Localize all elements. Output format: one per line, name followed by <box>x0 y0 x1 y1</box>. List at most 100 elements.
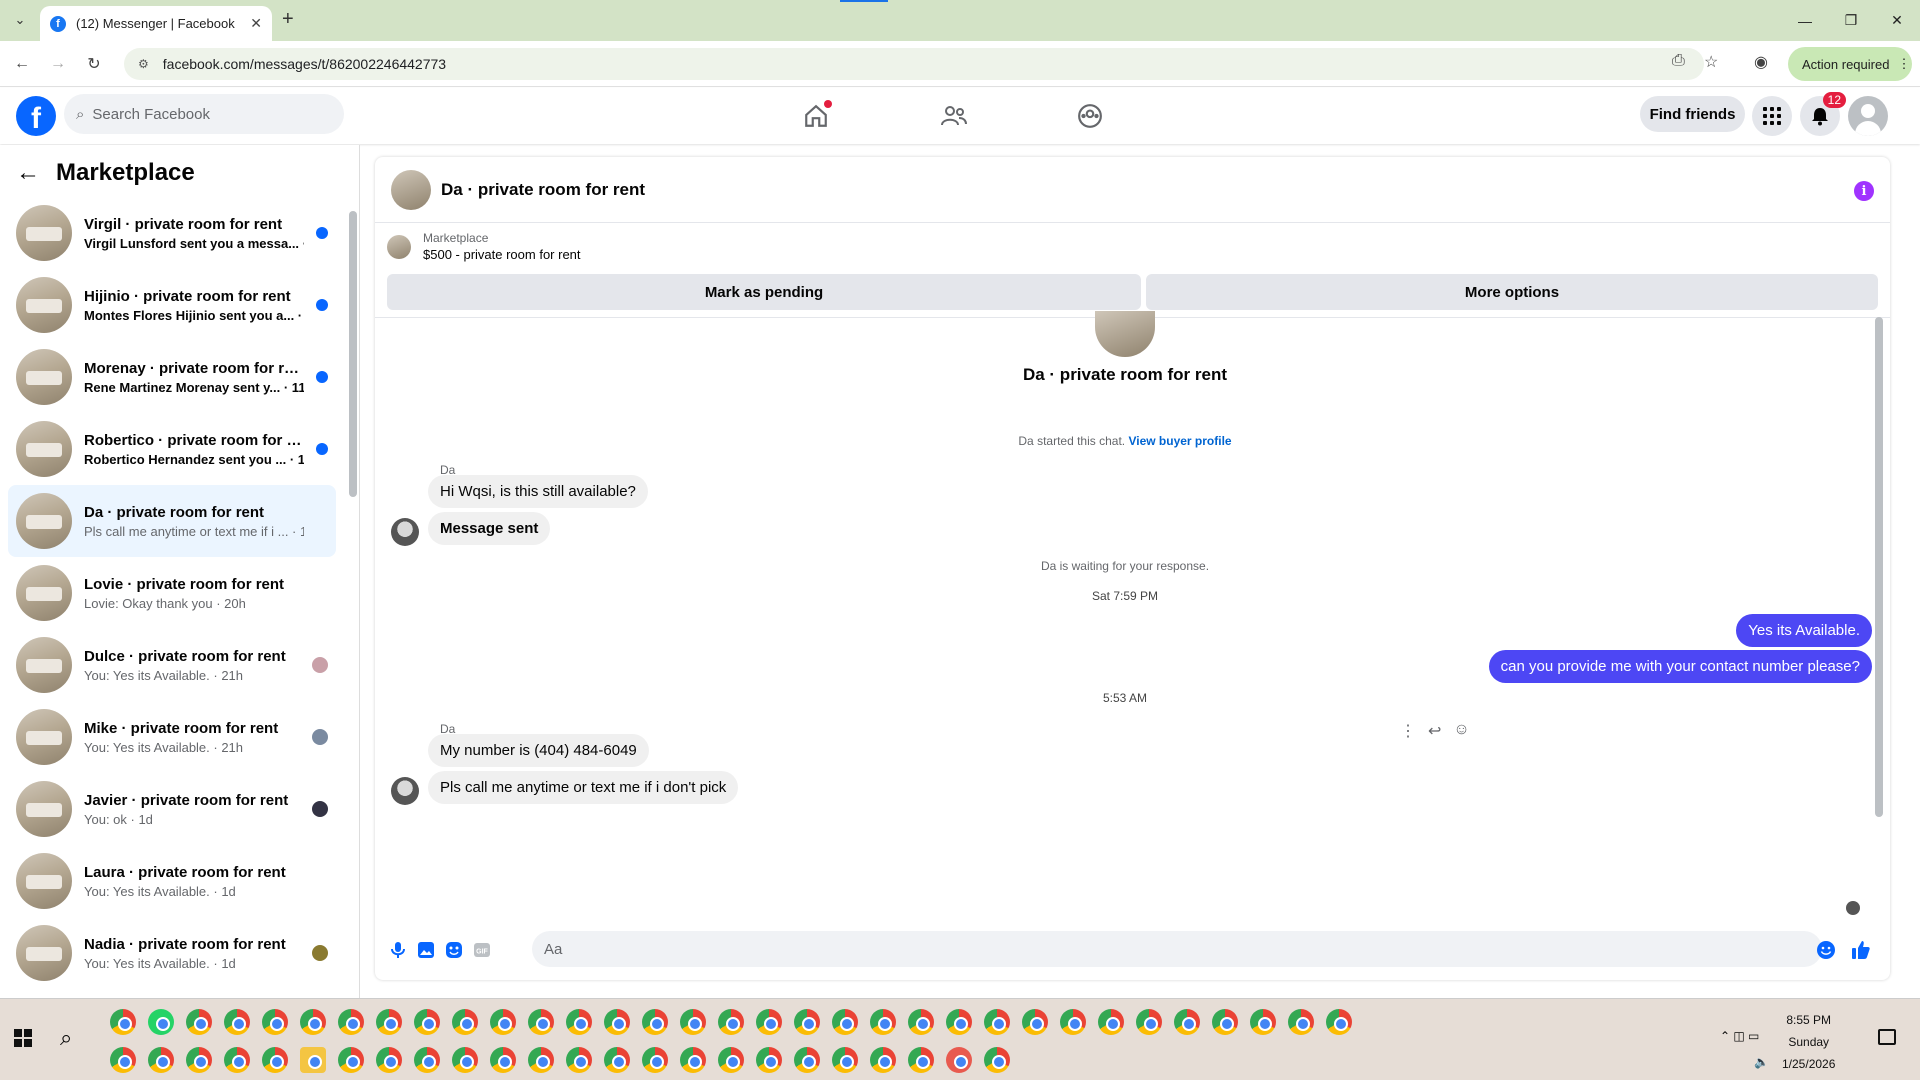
chrome-icon[interactable] <box>1250 1009 1276 1035</box>
photo-icon[interactable] <box>416 940 436 960</box>
chrome-icon[interactable] <box>870 1047 896 1073</box>
chrome-icon[interactable] <box>832 1009 858 1035</box>
more-icon[interactable]: ⋮ <box>1400 721 1416 741</box>
chrome-icon[interactable] <box>1174 1009 1200 1035</box>
chrome-icon[interactable] <box>832 1047 858 1073</box>
chrome-icon[interactable] <box>566 1009 592 1035</box>
chrome-icon[interactable] <box>414 1009 440 1035</box>
chrome-icon[interactable] <box>794 1047 820 1073</box>
chat-title[interactable]: Da · private room for rent <box>441 180 645 200</box>
taskbar-search-icon[interactable]: ⌕ <box>60 1025 72 1051</box>
file-explorer-icon[interactable] <box>300 1047 326 1073</box>
chrome-icon[interactable] <box>794 1009 820 1035</box>
chrome-icon[interactable] <box>186 1009 212 1035</box>
chrome-icon[interactable] <box>490 1047 516 1073</box>
chrome-icon[interactable] <box>1288 1009 1314 1035</box>
conversation-item-active[interactable]: Da · private room for rent Pls call me an… <box>8 485 336 557</box>
outgoing-message[interactable]: can you provide me with your contact num… <box>1488 650 1872 683</box>
chrome-icon[interactable] <box>756 1009 782 1035</box>
chrome-icon[interactable] <box>642 1047 668 1073</box>
app-icon[interactable] <box>946 1047 972 1073</box>
sender-avatar[interactable] <box>391 518 419 546</box>
chrome-icon[interactable] <box>566 1047 592 1073</box>
conversation-item[interactable]: Nadia · private room for rent You: Yes it… <box>8 917 336 989</box>
find-friends-button[interactable]: Find friends <box>1640 96 1745 132</box>
chrome-icon[interactable] <box>1136 1009 1162 1035</box>
chrome-icon[interactable] <box>642 1009 668 1035</box>
chrome-icon[interactable] <box>186 1047 212 1073</box>
mark-as-pending-button[interactable]: Mark as pending <box>387 274 1141 310</box>
back-arrow-icon[interactable]: ← <box>16 159 40 187</box>
reply-icon[interactable]: ↩ <box>1428 721 1441 741</box>
chrome-icon[interactable] <box>338 1009 364 1035</box>
incoming-message[interactable]: Hi Wqsi, is this still available? <box>428 475 648 508</box>
chrome-icon[interactable] <box>718 1009 744 1035</box>
incoming-message[interactable]: My number is (404) 484-6049 <box>428 734 649 767</box>
menu-grid-icon[interactable] <box>1752 96 1792 136</box>
conversation-item[interactable]: Laura · private room for rent You: Yes it… <box>8 845 336 917</box>
chrome-icon[interactable] <box>376 1047 402 1073</box>
home-icon[interactable] <box>800 100 832 132</box>
tab-search-icon[interactable]: ⌄ <box>8 8 32 32</box>
chrome-icon[interactable] <box>604 1047 630 1073</box>
chrome-icon[interactable] <box>110 1047 136 1073</box>
forward-icon[interactable]: → <box>46 52 70 76</box>
chrome-icon[interactable] <box>528 1009 554 1035</box>
chrome-icon[interactable] <box>1022 1009 1048 1035</box>
incoming-message[interactable]: Pls call me anytime or text me if i don'… <box>428 771 739 804</box>
chrome-icon[interactable] <box>148 1047 174 1073</box>
like-thumb-icon[interactable] <box>1851 940 1871 960</box>
profile-icon[interactable]: ◉ <box>1754 52 1768 72</box>
chrome-icon[interactable] <box>984 1047 1010 1073</box>
chrome-icon[interactable] <box>224 1009 250 1035</box>
chrome-icon[interactable] <box>984 1009 1010 1035</box>
chrome-icon[interactable] <box>680 1009 706 1035</box>
kebab-menu-icon[interactable]: ⋮ <box>1897 56 1910 72</box>
listing-bar[interactable]: Marketplace $500 - private room for rent <box>387 231 581 262</box>
chrome-icon[interactable] <box>1326 1009 1352 1035</box>
gif-icon[interactable]: GIF <box>472 940 492 960</box>
minimize-icon[interactable]: — <box>1782 0 1828 41</box>
sticker-icon[interactable] <box>444 940 464 960</box>
chrome-icon[interactable] <box>452 1047 478 1073</box>
facebook-logo-icon[interactable]: f <box>16 96 56 136</box>
back-icon[interactable]: ← <box>10 52 34 76</box>
chrome-icon[interactable] <box>528 1047 554 1073</box>
chrome-icon[interactable] <box>908 1047 934 1073</box>
conversation-item[interactable]: Lovie · private room for rent Lovie: Okay… <box>8 557 336 629</box>
chrome-icon[interactable] <box>946 1009 972 1035</box>
chrome-icon[interactable] <box>1060 1009 1086 1035</box>
outgoing-message[interactable]: Yes its Available. <box>1736 614 1872 647</box>
close-window-icon[interactable]: ✕ <box>1874 0 1920 41</box>
incoming-message[interactable]: Message sent <box>428 512 551 545</box>
chrome-icon[interactable] <box>1098 1009 1124 1035</box>
windows-start-icon[interactable] <box>14 1029 32 1047</box>
conversation-item[interactable]: Virgil · private room for rent Virgil Lun… <box>8 197 336 269</box>
install-app-icon[interactable]: ⎙ <box>1672 52 1685 70</box>
info-icon[interactable]: i <box>1854 181 1874 201</box>
url-field[interactable]: ⚙ facebook.com/messages/t/86200224644277… <box>124 48 1704 80</box>
friends-icon[interactable] <box>938 100 970 132</box>
new-tab-icon[interactable]: + <box>282 8 294 31</box>
chrome-icon[interactable] <box>262 1009 288 1035</box>
whatsapp-icon[interactable] <box>148 1009 174 1035</box>
react-icon[interactable]: ☺ <box>1453 721 1469 741</box>
chat-thumbnail[interactable] <box>391 169 431 210</box>
chrome-icon[interactable] <box>376 1009 402 1035</box>
emoji-icon[interactable] <box>1816 940 1836 960</box>
action-required-button[interactable]: Action required ⋮ <box>1788 47 1912 81</box>
chrome-icon[interactable] <box>1212 1009 1238 1035</box>
sender-avatar[interactable] <box>391 777 419 805</box>
reload-icon[interactable]: ↻ <box>82 52 106 76</box>
message-input[interactable]: Aa <box>532 931 1822 967</box>
chrome-icon[interactable] <box>908 1009 934 1035</box>
conversation-item[interactable]: Dulce · private room for rent You: Yes it… <box>8 629 336 701</box>
chrome-icon[interactable] <box>452 1009 478 1035</box>
microphone-icon[interactable] <box>388 940 408 960</box>
chrome-icon[interactable] <box>680 1047 706 1073</box>
conversation-item[interactable]: Hijinio · private room for rent Montes Fl… <box>8 269 336 341</box>
chrome-icon[interactable] <box>338 1047 364 1073</box>
conversation-item[interactable]: Javier · private room for rent You: ok · … <box>8 773 336 845</box>
conversation-item[interactable]: Robertico · private room for re... Robert… <box>8 413 336 485</box>
search-input[interactable]: ⌕ Search Facebook <box>64 94 344 134</box>
